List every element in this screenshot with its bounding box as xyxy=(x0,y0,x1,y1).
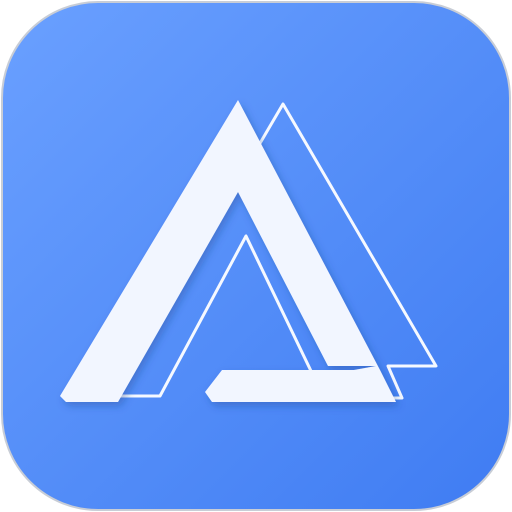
app-icon[interactable] xyxy=(0,0,512,512)
app-icon-stage xyxy=(0,0,512,512)
